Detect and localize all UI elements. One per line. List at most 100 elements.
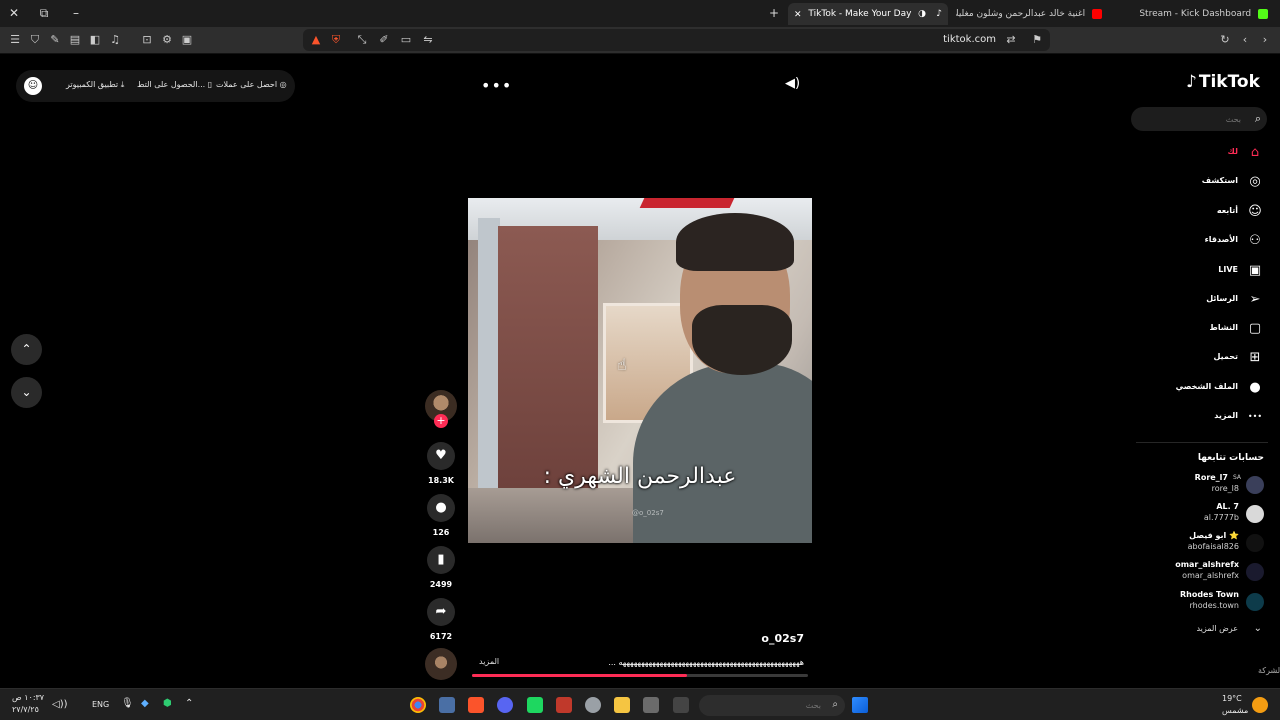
shield-icon[interactable]: ⛉	[28, 33, 42, 47]
game-app-icon[interactable]	[556, 697, 572, 713]
tab-title: TikTok - Make Your Day	[808, 9, 912, 19]
user-avatar-icon[interactable]: ☺	[24, 77, 42, 95]
weather-desc[interactable]: مشمس	[1222, 706, 1248, 715]
video-progress-bar[interactable]	[472, 674, 808, 677]
reload-icon[interactable]: ↻	[1218, 33, 1232, 47]
tiktok-logo[interactable]: ♪ TikTok	[1186, 72, 1260, 92]
sidebar-item[interactable]: LIVE ▣	[1144, 261, 1264, 281]
sidebar-item[interactable]: أتابعه ☺	[1144, 202, 1264, 222]
tab-kick[interactable]: Stream - Kick Dashboard	[1118, 3, 1278, 25]
following-account[interactable]: omar_alshrefx omar_alshrefx	[1134, 559, 1264, 585]
video-scene-stripe	[639, 198, 735, 208]
sidebar-item[interactable]: تحميل ⊞	[1144, 348, 1264, 368]
video-progress-fill	[472, 674, 688, 677]
extensions-icon[interactable]: ✎	[48, 33, 62, 47]
translate-icon[interactable]: ⇋	[421, 33, 435, 47]
clock-date[interactable]: ٢٧/٧/٢٥	[12, 705, 39, 714]
send-icon: ➢	[1249, 292, 1261, 307]
sidebar-item[interactable]: الرسائل ➢	[1144, 290, 1264, 310]
file-explorer-icon[interactable]	[614, 697, 630, 713]
weather-sun-icon[interactable]	[1252, 697, 1268, 713]
like-button[interactable]: ♥	[427, 442, 455, 470]
sidebar-item[interactable]: النشاط ▢	[1144, 319, 1264, 339]
store-app-icon[interactable]	[643, 697, 659, 713]
following-account[interactable]: ابو فيصل ⭐ abofaisal826	[1134, 530, 1264, 556]
screenshot-icon[interactable]: ⊡	[140, 33, 154, 47]
language-indicator[interactable]: ENG	[92, 700, 109, 709]
get-app-link[interactable]: الحصول على التط... ▯	[137, 80, 212, 89]
music-disc[interactable]	[425, 648, 457, 680]
company-link[interactable]: الشركة	[1258, 666, 1280, 675]
share-icon[interactable]: ⇄	[1004, 33, 1018, 47]
settings-icon[interactable]: ⚙	[160, 33, 174, 47]
search-input[interactable]	[1141, 107, 1241, 131]
tab-tiktok[interactable]: ✕ TikTok - Make Your Day ◑ ♪	[788, 3, 948, 25]
following-account[interactable]: Rhodes Town rhodes.town	[1134, 589, 1264, 615]
following-account[interactable]: AL. 7 al.7777b	[1134, 501, 1264, 527]
sidebar-item[interactable]: الملف الشخصي ●	[1144, 378, 1264, 398]
sidebar-item[interactable]: المزيد •••	[1144, 407, 1264, 427]
taskbar-search-input[interactable]	[709, 695, 821, 716]
whatsapp-app-icon[interactable]	[527, 697, 543, 713]
sidebar-item[interactable]: الأصدقاء ⚇	[1144, 231, 1264, 251]
pc-app-link[interactable]: تطبيق الكمبيوتر ⤓	[66, 80, 124, 90]
screen-icon[interactable]: ▭	[399, 33, 413, 47]
account-handle: omar_alshrefx	[1182, 571, 1239, 580]
url-text[interactable]: tiktok.com	[943, 34, 996, 45]
get-coins-label: احصل على عملات	[216, 80, 278, 89]
mouse-app-icon[interactable]	[585, 697, 601, 713]
save-icon[interactable]: ▣	[180, 33, 194, 47]
settings-app-icon[interactable]	[439, 697, 455, 713]
address-bar[interactable]: ▲ ⛨ ⤡ ✐ ▭ ⇋ tiktok.com ⇄ ⚑	[303, 29, 1050, 51]
music-icon[interactable]: ♫	[108, 33, 122, 47]
sidebar-item[interactable]: استكشف ◎	[1144, 172, 1264, 192]
get-coins-link[interactable]: احصل على عملات ◎	[216, 80, 287, 89]
comment-icon: ●	[435, 500, 447, 515]
brave-rewards-icon[interactable]: ▲	[309, 33, 323, 47]
minimize-window-icon[interactable]: –	[66, 4, 86, 22]
next-video-button[interactable]: ⌄	[11, 377, 42, 408]
discord-app-icon[interactable]	[497, 697, 513, 713]
live-icon: ▣	[1248, 263, 1262, 278]
pen-icon[interactable]: ✐	[377, 33, 391, 47]
more-options-icon[interactable]: •••	[481, 76, 512, 95]
steam-tray-icon[interactable]: ◆	[141, 698, 149, 709]
new-tab-button[interactable]: +	[764, 4, 784, 22]
chrome-app-icon[interactable]	[410, 697, 426, 713]
crop-icon[interactable]: ⤡	[355, 33, 369, 47]
close-tab-icon[interactable]: ✕	[794, 10, 802, 20]
volume-tray-icon[interactable]: ◁))	[52, 699, 68, 710]
follow-button[interactable]: +	[434, 414, 448, 428]
back-icon[interactable]: ‹	[1238, 33, 1252, 47]
clock-time[interactable]: ١٠:٣٧ ص	[12, 693, 44, 702]
previous-video-button[interactable]: ⌃	[11, 334, 42, 365]
tabs-icon[interactable]: ▤	[68, 33, 82, 47]
description-more-button[interactable]: المزيد	[479, 657, 499, 666]
share-button[interactable]: ➦	[427, 598, 455, 626]
save-button[interactable]: ▮	[427, 546, 455, 574]
audio-playing-icon[interactable]: ◑	[918, 3, 926, 25]
volume-icon[interactable]: ◀)	[785, 76, 800, 91]
close-window-icon[interactable]: ✕	[4, 4, 24, 22]
weather-temp[interactable]: 19°C	[1222, 694, 1242, 703]
search-icon[interactable]: ⌕	[832, 699, 838, 710]
restore-window-icon[interactable]: ⧉	[34, 4, 54, 22]
sidebar-item[interactable]: لك ⌂	[1144, 143, 1264, 163]
bookmark-icon[interactable]: ⚑	[1030, 33, 1044, 47]
search-icon[interactable]: ⌕	[1255, 112, 1261, 126]
video-author[interactable]: o_02s7	[700, 632, 804, 645]
tab-youtube[interactable]: اغنية خالد عبدالرحمن وشلون مغليك - ...	[956, 3, 1112, 25]
comment-button[interactable]: ●	[427, 494, 455, 522]
windows-start-icon[interactable]	[852, 697, 868, 713]
forward-icon[interactable]: ›	[1258, 33, 1272, 47]
microphone-icon[interactable]: 🎙	[121, 698, 134, 709]
following-account[interactable]: Rore_l7 rore_l8 SA	[1134, 472, 1264, 498]
sidebar-icon[interactable]: ◧	[88, 33, 102, 47]
brave-app-icon[interactable]	[468, 697, 484, 713]
security-tray-icon[interactable]: ⬢	[163, 698, 172, 709]
menu-icon[interactable]: ☰	[8, 33, 22, 47]
tray-chevron-up-icon[interactable]: ⌃	[185, 698, 193, 709]
video-player[interactable]: عبدالرحمن الشهري : @o_02s7 ☝	[468, 198, 812, 543]
brave-shields-icon[interactable]: ⛨	[329, 33, 343, 47]
task-view-icon[interactable]	[673, 697, 689, 713]
